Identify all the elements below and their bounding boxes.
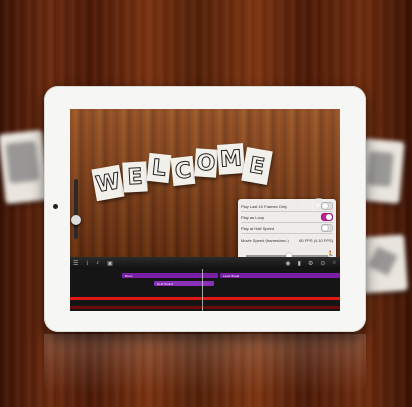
setting-row: Play at Half Speed: [241, 223, 333, 234]
speed-value: 60 FPS (4.10 FPS): [299, 237, 333, 243]
last-frames-toggle[interactable]: [321, 202, 333, 210]
setting-row: Movie Speed (frames/sec.) 60 FPS (4.10 F…: [241, 235, 333, 245]
playhead[interactable]: [202, 269, 203, 311]
clapper-icon[interactable]: ▣: [107, 260, 113, 267]
info-icon[interactable]: ⅰ: [86, 260, 88, 267]
setting-label: Play at Half Speed: [241, 225, 275, 231]
setting-label: Play Last 10 Frames Only: [241, 203, 288, 209]
half-speed-toggle[interactable]: [321, 224, 333, 232]
timeline[interactable]: Drum Laser Break Hi-Fi Sound: [70, 269, 340, 311]
blurred-card-left: [0, 129, 50, 205]
audio-track[interactable]: Laser Break: [220, 273, 340, 278]
volume-slider[interactable]: [71, 179, 81, 239]
record-track[interactable]: [70, 297, 340, 300]
track-divider: [70, 306, 340, 309]
audio-track[interactable]: Drum: [122, 273, 218, 278]
letter-card: C: [170, 155, 196, 187]
letter-card: M: [216, 143, 246, 175]
setting-label: Play as Loop: [241, 214, 265, 220]
setting-row: Play as Loop: [241, 212, 333, 223]
ipad-device: W E L C O M E ▶ Play Last 10 Frames Only…: [44, 86, 366, 332]
setting-label: Movie Speed (frames/sec.): [241, 237, 289, 243]
camera-icon: [53, 204, 58, 209]
app-screen: W E L C O M E ▶ Play Last 10 Frames Only…: [70, 109, 340, 311]
audio-icon[interactable]: ◉: [285, 260, 290, 267]
settings-icon[interactable]: ⚙: [308, 260, 313, 267]
toolbar: ☰ ⅰ ♪ ▣ ◉ ▮ ⚙ ⊙ ○: [70, 257, 340, 269]
menu-icon[interactable]: ☰: [73, 260, 78, 267]
ipad-reflection: [44, 334, 366, 394]
loop-toggle[interactable]: [321, 213, 333, 221]
music-note-icon[interactable]: ♪: [96, 260, 99, 266]
audio-track[interactable]: Hi-Fi Sound: [154, 281, 214, 286]
setting-row: Play Last 10 Frames Only: [241, 201, 333, 212]
frame-icon[interactable]: ▮: [298, 260, 301, 267]
letter-card: W: [91, 164, 125, 202]
letter-card: O: [194, 148, 218, 178]
letter-card: L: [146, 152, 172, 184]
letter-card: E: [122, 161, 148, 193]
playback-settings-panel: Play Last 10 Frames Only Play as Loop Pl…: [238, 199, 336, 263]
volume-slider-knob[interactable]: [71, 215, 81, 225]
toggle-icon[interactable]: ⊙: [320, 260, 325, 267]
close-icon[interactable]: ○: [332, 260, 336, 266]
